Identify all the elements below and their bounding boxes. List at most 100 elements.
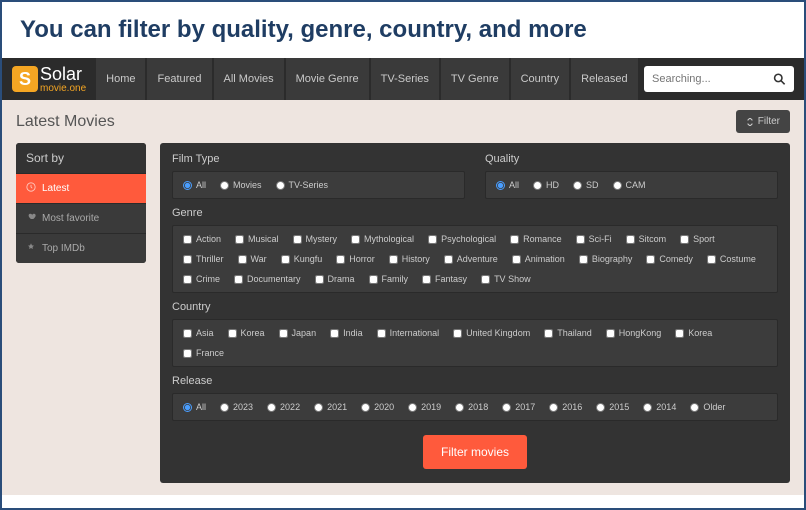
quality-radio[interactable] [573,181,582,190]
genre-option-crime[interactable]: Crime [183,274,220,284]
nav-item-movie-genre[interactable]: Movie Genre [286,58,369,100]
genre-checkbox[interactable] [512,255,521,264]
country-checkbox[interactable] [183,329,192,338]
country-option-thailand[interactable]: Thailand [544,328,592,338]
release-radio[interactable] [220,403,229,412]
release-radio[interactable] [690,403,699,412]
release-radio[interactable] [361,403,370,412]
release-option-2019[interactable]: 2019 [408,402,441,412]
genre-checkbox[interactable] [351,235,360,244]
genre-option-war[interactable]: War [238,254,267,264]
release-option-2022[interactable]: 2022 [267,402,300,412]
search-input[interactable] [652,73,773,85]
release-radio[interactable] [596,403,605,412]
quality-option-sd[interactable]: SD [573,180,599,190]
release-radio[interactable] [408,403,417,412]
genre-checkbox[interactable] [510,235,519,244]
nav-item-featured[interactable]: Featured [147,58,211,100]
genre-option-animation[interactable]: Animation [512,254,565,264]
country-option-asia[interactable]: Asia [183,328,214,338]
genre-option-musical[interactable]: Musical [235,234,279,244]
genre-option-action[interactable]: Action [183,234,221,244]
genre-checkbox[interactable] [183,235,192,244]
genre-checkbox[interactable] [389,255,398,264]
quality-radio[interactable] [613,181,622,190]
genre-checkbox[interactable] [234,275,243,284]
country-checkbox[interactable] [606,329,615,338]
release-option-2016[interactable]: 2016 [549,402,582,412]
genre-checkbox[interactable] [481,275,490,284]
genre-option-comedy[interactable]: Comedy [646,254,693,264]
genre-option-horror[interactable]: Horror [336,254,375,264]
genre-checkbox[interactable] [680,235,689,244]
sidebar-item-most-favorite[interactable]: Most favorite [16,203,146,233]
country-option-korea[interactable]: Korea [228,328,265,338]
country-option-japan[interactable]: Japan [279,328,317,338]
release-radio[interactable] [455,403,464,412]
film-type-option-movies[interactable]: Movies [220,180,262,190]
quality-radio[interactable] [533,181,542,190]
release-option-2020[interactable]: 2020 [361,402,394,412]
genre-checkbox[interactable] [646,255,655,264]
genre-option-thriller[interactable]: Thriller [183,254,224,264]
release-radio[interactable] [183,403,192,412]
country-option-united-kingdom[interactable]: United Kingdom [453,328,530,338]
genre-option-history[interactable]: History [389,254,430,264]
country-checkbox[interactable] [453,329,462,338]
genre-checkbox[interactable] [422,275,431,284]
genre-option-drama[interactable]: Drama [315,274,355,284]
nav-item-tv-series[interactable]: TV-Series [371,58,439,100]
film-type-radio[interactable] [276,181,285,190]
genre-checkbox[interactable] [579,255,588,264]
genre-option-sci-fi[interactable]: Sci-Fi [576,234,612,244]
release-radio[interactable] [314,403,323,412]
nav-item-country[interactable]: Country [511,58,570,100]
genre-option-psychological[interactable]: Psychological [428,234,496,244]
sidebar-item-latest[interactable]: Latest [16,173,146,203]
film-type-option-all[interactable]: All [183,180,206,190]
quality-radio[interactable] [496,181,505,190]
release-radio[interactable] [643,403,652,412]
genre-option-tv-show[interactable]: TV Show [481,274,531,284]
genre-option-mythological[interactable]: Mythological [351,234,414,244]
filter-movies-button[interactable]: Filter movies [423,435,527,469]
quality-option-all[interactable]: All [496,180,519,190]
release-option-2017[interactable]: 2017 [502,402,535,412]
country-checkbox[interactable] [377,329,386,338]
genre-option-family[interactable]: Family [369,274,409,284]
release-option-2015[interactable]: 2015 [596,402,629,412]
country-checkbox[interactable] [228,329,237,338]
genre-option-biography[interactable]: Biography [579,254,633,264]
genre-checkbox[interactable] [183,255,192,264]
search-box[interactable] [644,66,794,92]
genre-option-costume[interactable]: Costume [707,254,756,264]
release-radio[interactable] [267,403,276,412]
country-checkbox[interactable] [183,349,192,358]
genre-option-documentary[interactable]: Documentary [234,274,301,284]
genre-checkbox[interactable] [183,275,192,284]
genre-checkbox[interactable] [315,275,324,284]
country-checkbox[interactable] [330,329,339,338]
country-option-korea[interactable]: Korea [675,328,712,338]
genre-option-fantasy[interactable]: Fantasy [422,274,467,284]
quality-option-cam[interactable]: CAM [613,180,646,190]
genre-option-sitcom[interactable]: Sitcom [626,234,667,244]
release-option-older[interactable]: Older [690,402,725,412]
nav-item-released[interactable]: Released [571,58,637,100]
nav-item-home[interactable]: Home [96,58,145,100]
site-logo[interactable]: S Solar movie.one [12,65,86,94]
quality-option-hd[interactable]: HD [533,180,559,190]
sidebar-item-top-imdb[interactable]: Top IMDb [16,233,146,263]
release-option-2014[interactable]: 2014 [643,402,676,412]
genre-checkbox[interactable] [235,235,244,244]
genre-option-romance[interactable]: Romance [510,234,562,244]
genre-option-sport[interactable]: Sport [680,234,715,244]
genre-checkbox[interactable] [428,235,437,244]
nav-item-all-movies[interactable]: All Movies [214,58,284,100]
release-option-2018[interactable]: 2018 [455,402,488,412]
genre-checkbox[interactable] [281,255,290,264]
country-option-france[interactable]: France [183,348,224,358]
country-checkbox[interactable] [675,329,684,338]
genre-checkbox[interactable] [576,235,585,244]
genre-checkbox[interactable] [238,255,247,264]
